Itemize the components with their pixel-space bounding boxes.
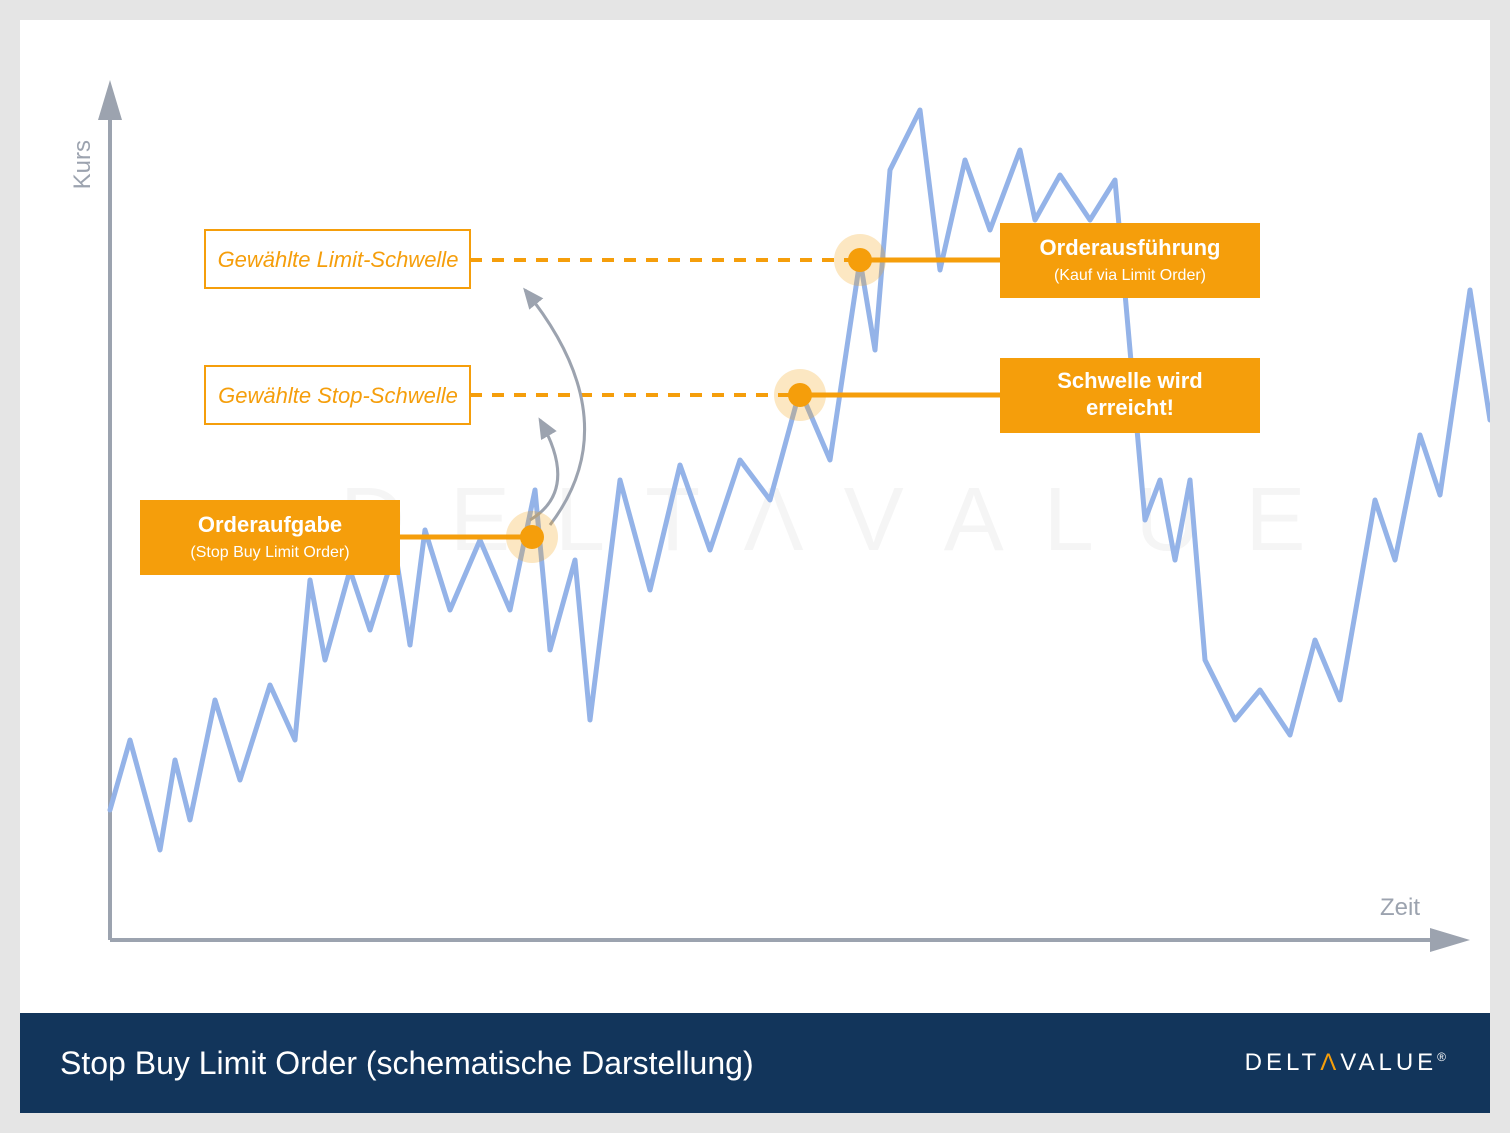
order-placed-title: Orderaufgabe: [198, 512, 342, 537]
execution-sub: (Kauf via Limit Order): [1054, 267, 1206, 284]
stop-threshold-label: Gewählte Stop-Schwelle: [218, 383, 458, 408]
y-axis-arrowhead: [98, 80, 122, 120]
stop-reached-line1: Schwelle wird: [1057, 368, 1203, 393]
chart-svg: D E L T Λ V A L U E Kurs Zeit: [20, 20, 1490, 1013]
diagram-frame: D E L T Λ V A L U E Kurs Zeit: [20, 20, 1490, 1113]
brand-prefix: DELT: [1245, 1049, 1321, 1076]
footer-bar: Stop Buy Limit Order (schematische Darst…: [20, 1013, 1490, 1113]
limit-threshold-label: Gewählte Limit-Schwelle: [218, 247, 459, 272]
order-placed-sub: (Stop Buy Limit Order): [190, 544, 349, 561]
chart-area: D E L T Λ V A L U E Kurs Zeit: [20, 20, 1490, 1013]
footer-title: Stop Buy Limit Order (schematische Darst…: [60, 1045, 754, 1082]
execution-title: Orderausführung: [1040, 235, 1221, 260]
brand-registered: ®: [1437, 1050, 1450, 1064]
brand-suffix: VALUE: [1340, 1049, 1437, 1076]
y-axis-label: Kurs: [69, 140, 96, 189]
brand-logo: DELTΛVALUE®: [1245, 1049, 1450, 1077]
brand-accent: Λ: [1320, 1049, 1340, 1076]
stop-reached-line2: erreicht!: [1086, 395, 1174, 420]
x-axis-arrowhead: [1430, 928, 1470, 952]
order-placed-dot: [520, 525, 544, 549]
x-axis-label: Zeit: [1380, 894, 1420, 921]
